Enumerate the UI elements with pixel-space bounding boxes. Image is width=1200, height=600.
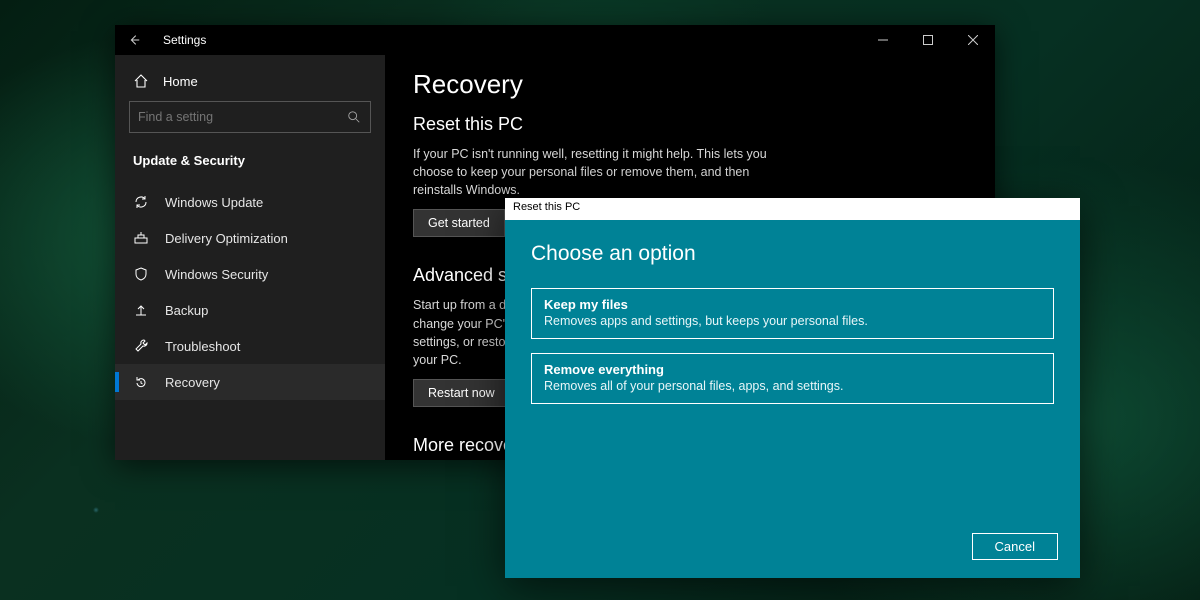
sidebar-item-label: Backup <box>165 303 208 318</box>
sidebar-item-windows-security[interactable]: Windows Security <box>115 256 385 292</box>
window-titlebar[interactable]: Settings <box>115 25 995 55</box>
minimize-button[interactable] <box>860 25 905 55</box>
dialog-heading: Choose an option <box>531 242 1054 266</box>
window-title: Settings <box>163 33 206 47</box>
sidebar-item-troubleshoot[interactable]: Troubleshoot <box>115 328 385 364</box>
restart-now-button[interactable]: Restart now <box>413 379 510 407</box>
reset-heading: Reset this PC <box>413 114 967 135</box>
window-controls <box>860 25 995 55</box>
sidebar-section-label: Update & Security <box>115 145 385 184</box>
cancel-button[interactable]: Cancel <box>972 533 1058 560</box>
reset-pc-dialog: Reset this PC Choose an option Keep my f… <box>505 198 1080 578</box>
sidebar-item-delivery-optimization[interactable]: Delivery Optimization <box>115 220 385 256</box>
delivery-icon <box>133 230 149 246</box>
option-desc: Removes all of your personal files, apps… <box>544 379 1041 393</box>
reset-body: If your PC isn't running well, resetting… <box>413 145 793 199</box>
backup-icon <box>133 302 149 318</box>
home-icon <box>133 73 149 89</box>
sidebar-nav: Windows Update Delivery Optimization Win… <box>115 184 385 400</box>
search-input[interactable] <box>138 110 346 124</box>
back-arrow-icon[interactable] <box>127 33 151 47</box>
option-title: Keep my files <box>544 297 1041 312</box>
home-label: Home <box>163 74 198 89</box>
get-started-button[interactable]: Get started <box>413 209 505 237</box>
search-input-wrap[interactable] <box>129 101 371 133</box>
search-icon <box>346 109 362 125</box>
sidebar-item-recovery[interactable]: Recovery <box>115 364 385 400</box>
sidebar-item-label: Recovery <box>165 375 220 390</box>
page-title: Recovery <box>413 69 967 100</box>
wrench-icon <box>133 338 149 354</box>
sidebar-item-windows-update[interactable]: Windows Update <box>115 184 385 220</box>
sidebar-item-label: Delivery Optimization <box>165 231 288 246</box>
sidebar-item-label: Troubleshoot <box>165 339 240 354</box>
sync-icon <box>133 194 149 210</box>
sidebar-item-backup[interactable]: Backup <box>115 292 385 328</box>
option-remove-everything[interactable]: Remove everything Removes all of your pe… <box>531 353 1054 404</box>
sidebar-home[interactable]: Home <box>115 65 385 101</box>
option-title: Remove everything <box>544 362 1041 377</box>
option-keep-my-files[interactable]: Keep my files Removes apps and settings,… <box>531 288 1054 339</box>
maximize-button[interactable] <box>905 25 950 55</box>
close-button[interactable] <box>950 25 995 55</box>
sidebar-item-label: Windows Security <box>165 267 268 282</box>
settings-sidebar: Home Update & Security Windows Update <box>115 55 385 460</box>
shield-icon <box>133 266 149 282</box>
option-desc: Removes apps and settings, but keeps you… <box>544 314 1041 328</box>
sidebar-item-label: Windows Update <box>165 195 263 210</box>
recovery-icon <box>133 374 149 390</box>
dialog-titlebar[interactable]: Reset this PC <box>505 198 1080 220</box>
